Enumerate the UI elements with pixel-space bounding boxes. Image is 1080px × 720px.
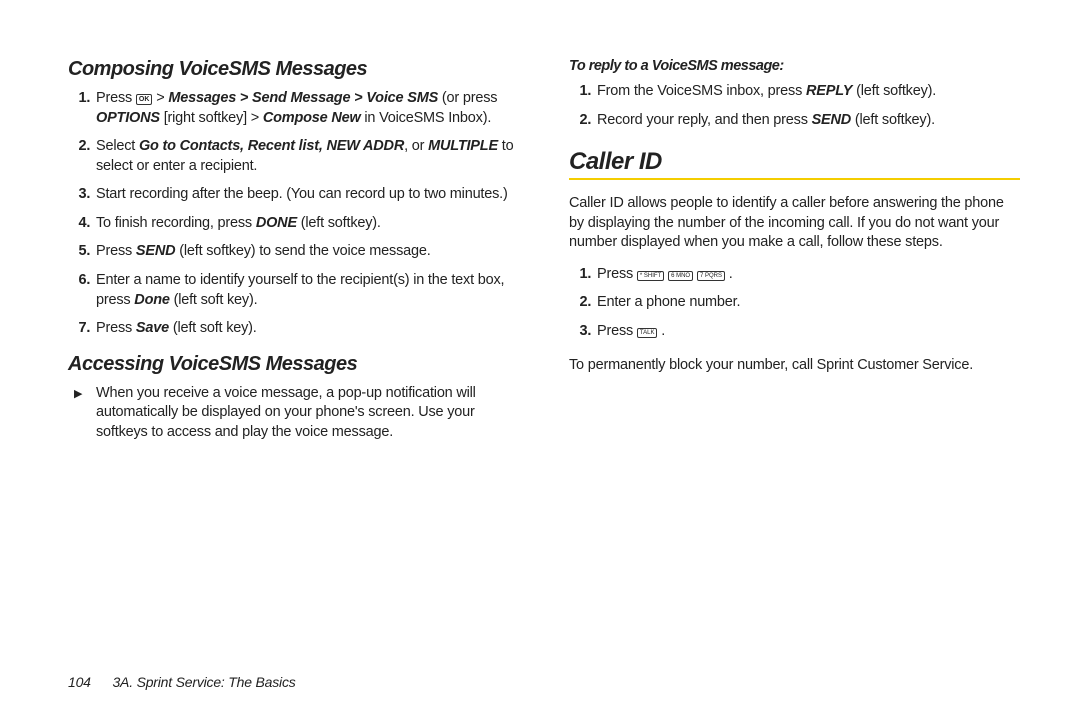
t: DONE — [256, 215, 297, 231]
t: Press — [96, 90, 136, 106]
t: From the VoiceSMS inbox, press — [597, 83, 806, 99]
seven-key-icon: 7 PQRS — [697, 271, 725, 281]
t: Press — [96, 243, 136, 259]
page-body: Composing VoiceSMS Messages Press OK > M… — [0, 0, 1080, 648]
step-1: Press OK > Messages > Send Message > Voi… — [94, 89, 519, 128]
cid-step-2: Enter a phone number. — [595, 293, 1020, 313]
t: REPLY — [806, 83, 852, 99]
t: Press — [597, 323, 637, 339]
t: > — [152, 90, 168, 106]
t: . — [725, 266, 733, 282]
t: Record your reply, and then press — [597, 112, 812, 128]
t: MULTIPLE — [428, 138, 498, 154]
t: (left soft key). — [170, 292, 258, 308]
t: SEND — [136, 243, 176, 259]
callerid-intro: Caller ID allows people to identify a ca… — [569, 194, 1020, 253]
heading-accessing: Accessing VoiceSMS Messages — [68, 353, 519, 376]
reply-step-1: From the VoiceSMS inbox, press REPLY (le… — [595, 82, 1020, 102]
page-number: 104 — [68, 674, 91, 690]
t: . — [657, 323, 665, 339]
step-5: Press SEND (left softkey) to send the vo… — [94, 242, 519, 262]
step-7: Press Save (left soft key). — [94, 319, 519, 339]
star-key-icon: * SHIFT — [637, 271, 664, 281]
six-key-icon: 6 MNO — [668, 271, 693, 281]
accessing-list: When you receive a voice message, a pop-… — [68, 384, 519, 443]
heading-callerid: Caller ID — [569, 148, 1020, 176]
callerid-perm: To permanently block your number, call S… — [569, 356, 1020, 376]
step-4: To finish recording, press DONE (left so… — [94, 214, 519, 234]
menu-ok-key-icon: OK — [136, 94, 153, 105]
t: OPTIONS — [96, 110, 160, 126]
t: To finish recording, press — [96, 215, 256, 231]
heading-composing: Composing VoiceSMS Messages — [68, 58, 519, 81]
callerid-steps: Press * SHIFT 6 MNO 7 PQRS . Enter a pho… — [569, 265, 1020, 342]
t: SEND — [812, 112, 852, 128]
heading-reply: To reply to a VoiceSMS message: — [569, 58, 1020, 74]
t: Press — [597, 266, 637, 282]
composing-steps: Press OK > Messages > Send Message > Voi… — [68, 89, 519, 339]
t: (left soft key). — [169, 320, 257, 336]
t: Save — [136, 320, 169, 336]
t: , or — [404, 138, 428, 154]
talk-key-icon: TALK — [637, 328, 658, 338]
t: (left softkey). — [852, 83, 936, 99]
t: (left softkey) to send the voice message… — [175, 243, 430, 259]
step-6: Enter a name to identify yourself to the… — [94, 271, 519, 310]
step-3: Start recording after the beep. (You can… — [94, 185, 519, 205]
t: (left softkey). — [297, 215, 381, 231]
page-footer: 104 3A. Sprint Service: The Basics — [68, 674, 296, 690]
cid-step-3: Press TALK . — [595, 322, 1020, 342]
footer-title: 3A. Sprint Service: The Basics — [112, 674, 295, 690]
t: Done — [134, 292, 169, 308]
t: Press — [96, 320, 136, 336]
t: [right softkey] > — [160, 110, 263, 126]
reply-steps: From the VoiceSMS inbox, press REPLY (le… — [569, 82, 1020, 130]
reply-step-2: Record your reply, and then press SEND (… — [595, 111, 1020, 131]
accessing-bullet: When you receive a voice message, a pop-… — [94, 384, 519, 443]
t: Compose New — [263, 110, 361, 126]
step-2: Select Go to Contacts, Recent list, NEW … — [94, 137, 519, 176]
t: in VoiceSMS Inbox). — [361, 110, 492, 126]
t: Go to Contacts, Recent list, NEW ADDR — [139, 138, 404, 154]
t: (or press — [438, 90, 497, 106]
cid-step-1: Press * SHIFT 6 MNO 7 PQRS . — [595, 265, 1020, 285]
callerid-rule — [569, 178, 1020, 180]
t: (left softkey). — [851, 112, 935, 128]
t: Select — [96, 138, 139, 154]
t: Messages > Send Message > Voice SMS — [168, 90, 438, 106]
